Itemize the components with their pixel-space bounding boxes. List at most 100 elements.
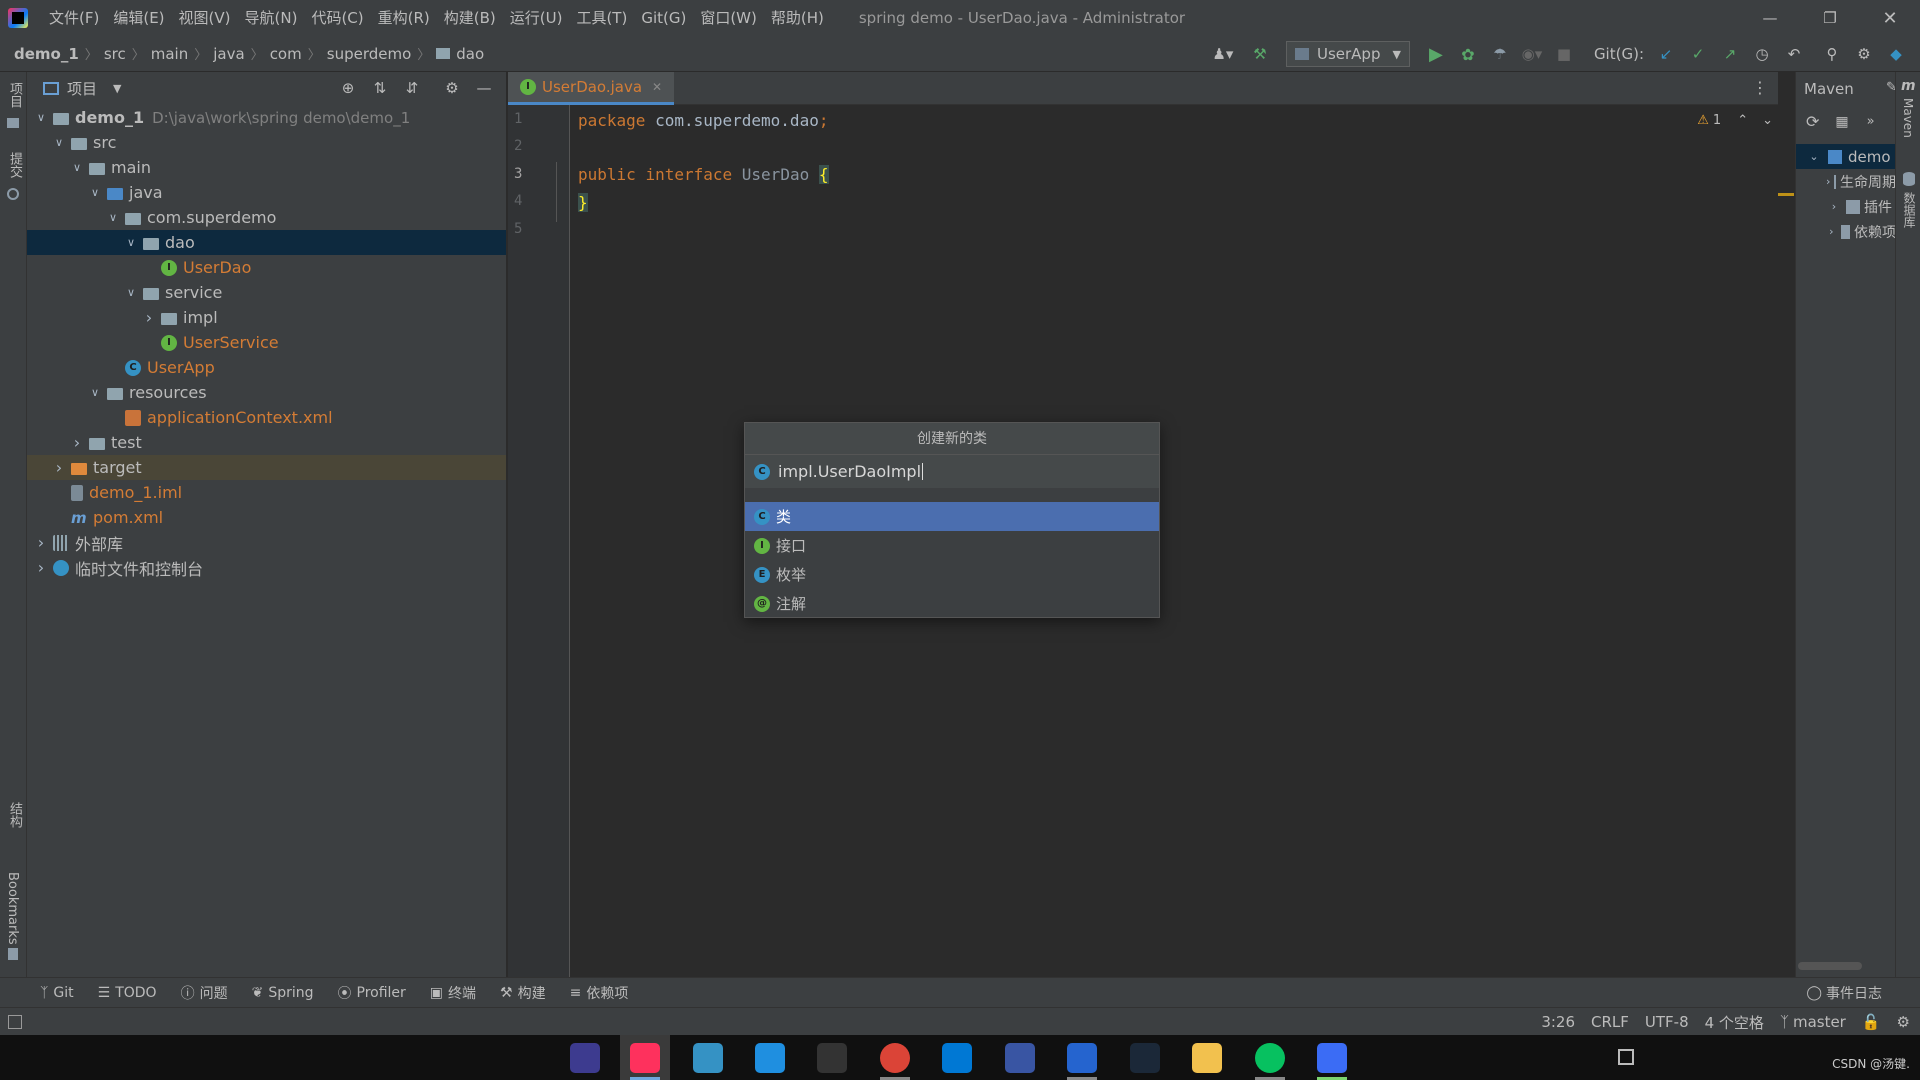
file-encoding[interactable]: UTF-8	[1645, 1013, 1689, 1031]
project-tool-button[interactable]: 项目	[5, 82, 24, 108]
task-view-icon[interactable]	[1618, 1049, 1634, 1065]
run-config-select[interactable]: UserApp ▼	[1285, 41, 1410, 67]
chevron-right-icon[interactable]: ›	[69, 433, 85, 452]
chevron-right-icon[interactable]: ›	[51, 458, 67, 477]
chevron-down-icon[interactable]: ∨	[87, 185, 103, 201]
menu-item[interactable]: 运行(U)	[503, 0, 570, 36]
menu-item[interactable]: 导航(N)	[238, 0, 305, 36]
tree-node[interactable]: m pom.xml	[27, 505, 506, 530]
minimize-button[interactable]: —	[1740, 9, 1800, 27]
account-icon[interactable]: ♟▾	[1206, 42, 1240, 66]
chevron-down-icon[interactable]: ∨	[33, 110, 49, 126]
chevron-down-icon[interactable]: ∨	[51, 135, 67, 151]
chevron-right-icon[interactable]: ›	[33, 533, 49, 552]
breadcrumb-item[interactable]: superdemo	[327, 45, 412, 63]
menu-item[interactable]: 窗口(W)	[693, 0, 764, 36]
event-log-button[interactable]: ◯ 事件日志	[1806, 978, 1882, 1008]
inspector-icon[interactable]: ⚙	[1897, 1013, 1910, 1031]
tree-node[interactable]: I UserService	[27, 330, 506, 355]
tree-node[interactable]: I UserDao	[27, 255, 506, 280]
chevron-down-icon[interactable]: ∨	[123, 285, 139, 301]
structure-tool-button[interactable]: 结构	[5, 802, 24, 828]
search-icon[interactable]: ⚲	[1820, 42, 1844, 66]
settings-gear-icon[interactable]: ⚙	[1852, 42, 1876, 66]
git-branch[interactable]: master	[1793, 1013, 1846, 1031]
tree-node[interactable]: ∨ com.superdemo	[27, 205, 506, 230]
tree-node[interactable]: applicationContext.xml	[27, 405, 506, 430]
locate-target-icon[interactable]: ⊕	[336, 76, 360, 100]
lock-icon[interactable]: 🔓	[1862, 1013, 1881, 1031]
collapse-all-icon[interactable]: ⇵	[400, 76, 424, 100]
maven-item[interactable]: › 依赖项	[1796, 219, 1896, 244]
steam-icon[interactable]	[1120, 1035, 1170, 1080]
menu-item[interactable]: 重构(R)	[371, 0, 437, 36]
stop-icon[interactable]: ■	[1552, 42, 1576, 66]
menu-item[interactable]: 代码(C)	[304, 0, 370, 36]
chevron-down-icon[interactable]: ∨	[87, 385, 103, 401]
tool-window-button[interactable]: ⓘ 问题	[181, 983, 228, 1003]
tool-window-button[interactable]: ☰ TODO	[98, 985, 157, 1001]
close-button[interactable]: ✕	[1860, 8, 1920, 29]
toolbox-icon[interactable]: ◆	[1884, 42, 1908, 66]
maven-item[interactable]: › 生命周期	[1796, 169, 1896, 194]
chevron-right-icon[interactable]: ›	[33, 558, 49, 577]
line-separator[interactable]: CRLF	[1591, 1013, 1629, 1031]
tree-node[interactable]: ∨ src	[27, 130, 506, 155]
video-app-icon[interactable]	[1307, 1035, 1357, 1080]
kind-option[interactable]: I 接口	[745, 531, 1159, 560]
editor-tab-userdao[interactable]: I UserDao.java ✕	[508, 72, 675, 105]
tree-node[interactable]: ∨ main	[27, 155, 506, 180]
tree-node[interactable]: › 外部库	[27, 530, 506, 555]
restore-button[interactable]: ❐	[1800, 9, 1860, 27]
debug-icon[interactable]: ✿	[1456, 42, 1480, 66]
tree-node[interactable]: › 临时文件和控制台	[27, 555, 506, 580]
build-hammer-icon[interactable]: ⚒	[1248, 42, 1272, 66]
run-icon[interactable]: ▶	[1424, 42, 1448, 66]
tool-window-button[interactable]: ❦ Spring	[252, 985, 314, 1001]
expand-all-icon[interactable]: ⇅	[368, 76, 392, 100]
chevron-down-icon[interactable]: ∨	[123, 235, 139, 251]
more-chevron-icon[interactable]: »	[1867, 114, 1875, 129]
git-push-icon[interactable]: ↗	[1718, 42, 1742, 66]
todo-app-icon[interactable]	[1057, 1035, 1107, 1080]
chevron-down-icon[interactable]: ∨	[105, 210, 121, 226]
kind-option[interactable]: @ 注解	[745, 589, 1159, 618]
chevron-right-icon[interactable]: ›	[1826, 174, 1830, 190]
maven-tool-button[interactable]: Maven	[1901, 98, 1915, 138]
commit-tool-button[interactable]: 提交	[5, 152, 24, 178]
chevron-right-icon[interactable]: ›	[141, 308, 157, 327]
tree-node[interactable]: ∨ dao	[27, 230, 506, 255]
file-explorer-icon[interactable]	[1182, 1035, 1232, 1080]
project-view-select[interactable]: 项目	[67, 78, 97, 99]
tool-window-button[interactable]: ᛉ Git	[40, 985, 74, 1001]
coverage-icon[interactable]: ☂	[1488, 42, 1512, 66]
chrome-icon[interactable]	[870, 1035, 920, 1080]
options-gear-icon[interactable]: ⚙	[440, 76, 464, 100]
inspection-widget[interactable]: ⚠ 1 ⌃ ⌄	[1697, 113, 1773, 128]
reload-icon[interactable]: ⟳	[1806, 112, 1819, 131]
maven-item[interactable]: › 插件	[1796, 194, 1896, 219]
tree-node[interactable]: ∨ demo_1 D:\java\work\spring demo\demo_1	[27, 105, 506, 130]
tree-node[interactable]: demo_1.iml	[27, 480, 506, 505]
indent-setting[interactable]: 4 个空格	[1705, 1012, 1764, 1033]
breadcrumb-item[interactable]: java	[213, 45, 244, 63]
menu-item[interactable]: 工具(T)	[569, 0, 634, 36]
chevron-up-icon[interactable]: ⌃	[1737, 113, 1748, 128]
class-name-input[interactable]: C impl.UserDaoImpl	[745, 455, 1159, 490]
tree-node[interactable]: › impl	[27, 305, 506, 330]
wechat-icon[interactable]	[1245, 1035, 1295, 1080]
menu-item[interactable]: 帮助(H)	[764, 0, 831, 36]
add-project-icon[interactable]: ▦	[1835, 114, 1848, 130]
menu-item[interactable]: Git(G)	[634, 0, 693, 36]
menu-item[interactable]: 视图(V)	[172, 0, 238, 36]
menu-item[interactable]: 构建(B)	[437, 0, 503, 36]
visio-icon[interactable]	[995, 1035, 1045, 1080]
editor-scroll-marker-strip[interactable]	[1778, 105, 1795, 977]
kind-option[interactable]: C类	[745, 502, 1159, 531]
terminal-app-icon[interactable]	[807, 1035, 857, 1080]
breadcrumb-item[interactable]: dao	[456, 45, 484, 63]
warning-marker[interactable]	[1778, 193, 1794, 196]
kind-option[interactable]: E 枚举	[745, 560, 1159, 589]
tool-window-button[interactable]: ⦿ Profiler	[338, 983, 406, 1003]
history-icon[interactable]: ◷	[1750, 42, 1774, 66]
